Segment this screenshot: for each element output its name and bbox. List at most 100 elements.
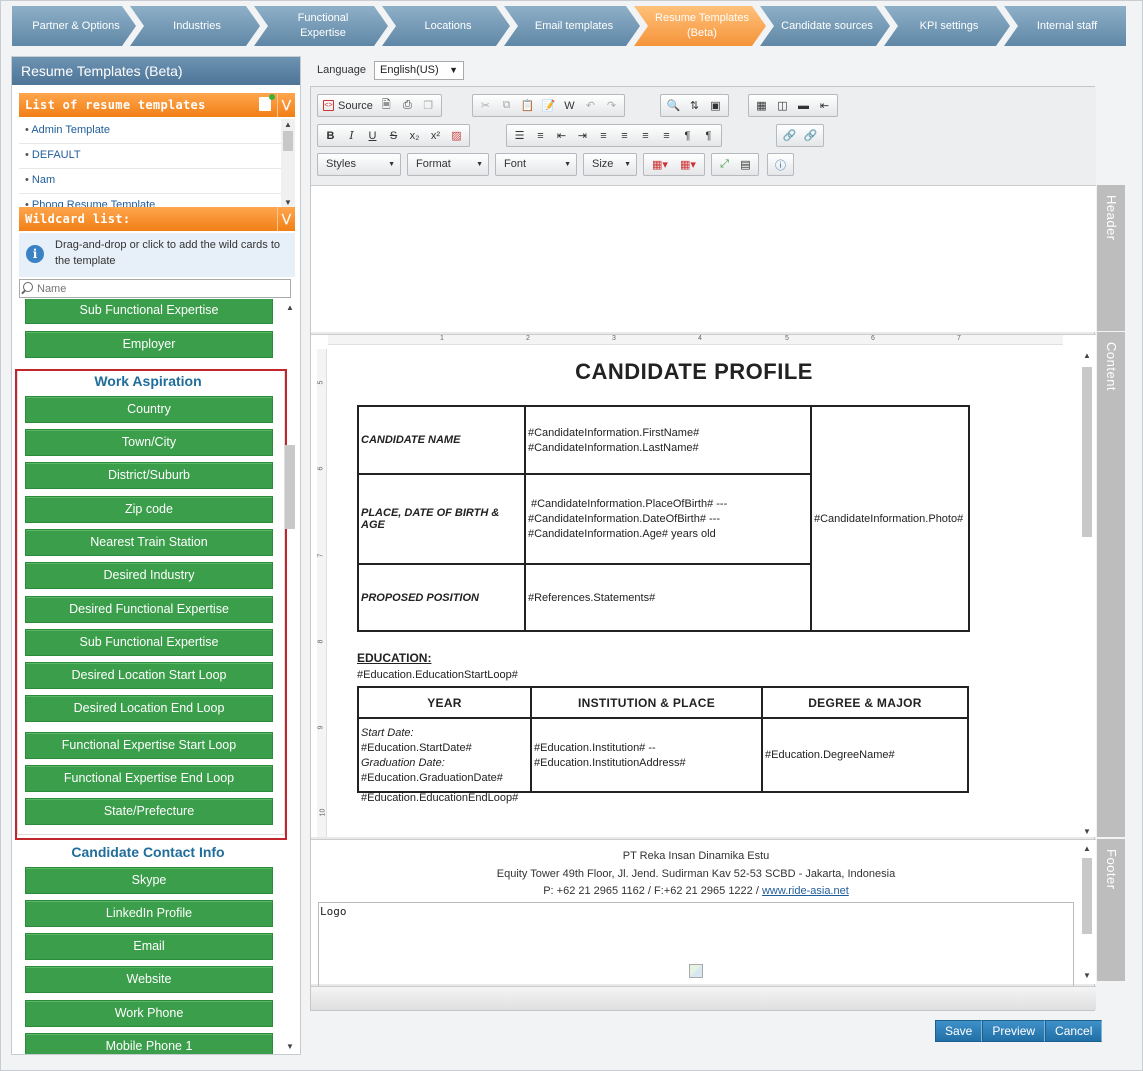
link-icon[interactable]: 🔗 [779, 126, 800, 145]
collapse-chevron-icon[interactable]: ⋁ [277, 207, 295, 231]
wildcard-linkedin-profile[interactable]: LinkedIn Profile [25, 900, 273, 927]
wildcard-mobile-phone-1[interactable]: Mobile Phone 1 [25, 1033, 273, 1054]
scroll-thumb[interactable] [1082, 858, 1092, 934]
step-resume-templates[interactable]: Resume Templates (Beta) [634, 6, 766, 46]
step-internal-staff[interactable]: Internal staff [1004, 6, 1126, 46]
table-icon[interactable]: ◫ [772, 96, 793, 115]
wildcard-button[interactable]: Employer [25, 331, 273, 358]
content-scrollbar[interactable]: ▲ ▼ [1080, 349, 1094, 837]
step-email-templates[interactable]: Email templates [504, 6, 640, 46]
bold-icon[interactable]: B [320, 126, 341, 145]
scroll-down-arrow-icon[interactable]: ▼ [284, 1042, 296, 1051]
step-locations[interactable]: Locations [382, 6, 510, 46]
wildcard-work-phone[interactable]: Work Phone [25, 1000, 273, 1027]
format-combo[interactable]: Format ▼ [407, 153, 489, 176]
cancel-button[interactable]: Cancel [1045, 1020, 1103, 1042]
indent-icon[interactable]: ⇥ [572, 126, 593, 145]
replace-icon[interactable]: ⇅ [684, 96, 705, 115]
footer-edit-area[interactable]: PT Reka Insan Dinamika Estu Equity Tower… [311, 839, 1096, 988]
horizontal-line-icon[interactable]: ▬ [793, 96, 814, 115]
select-all-icon[interactable]: ▣ [705, 96, 726, 115]
step-industries[interactable]: Industries [130, 6, 260, 46]
scroll-thumb[interactable] [283, 131, 293, 151]
source-icon: <> [323, 100, 334, 111]
footer-company: PT Reka Insan Dinamika Estu [622, 850, 770, 862]
header-tab[interactable]: Header [1097, 185, 1125, 331]
wildcard-scrollbar[interactable]: ▲ ▼ [284, 299, 296, 1054]
styles-combo[interactable]: Styles ▼ [317, 153, 401, 176]
content-tab[interactable]: Content [1097, 332, 1125, 837]
scroll-up-arrow-icon[interactable]: ▲ [1080, 844, 1094, 853]
scroll-up-arrow-icon[interactable]: ▲ [1080, 351, 1094, 360]
table-grid-icon[interactable]: ▦▾ [674, 155, 702, 174]
rtl-icon[interactable]: ¶ [698, 126, 719, 145]
footer-tab[interactable]: Footer [1097, 839, 1125, 981]
unlink-icon[interactable]: 🔗 [800, 126, 821, 145]
subscript-icon[interactable]: x₂ [404, 126, 425, 145]
about-icon[interactable]: ⓘ [770, 155, 791, 174]
image-icon[interactable]: ▦ [751, 96, 772, 115]
find-icon[interactable]: 🔍 [663, 96, 684, 115]
cut-icon[interactable]: ✂ [475, 96, 496, 115]
show-blocks-icon[interactable]: ▤ [735, 155, 756, 174]
justify-icon[interactable]: ≡ [656, 126, 677, 145]
preview-button[interactable]: Preview [982, 1020, 1046, 1042]
bulleted-list-icon[interactable]: ≡ [530, 126, 551, 145]
underline-icon[interactable]: U [362, 126, 383, 145]
step-functional-expertise[interactable]: Functional Expertise [254, 6, 388, 46]
content-edit-area[interactable]: 1 2 3 4 5 6 7 5 6 7 8 9 10 CANDIDATE PRO… [311, 334, 1096, 837]
scroll-thumb[interactable] [1082, 367, 1092, 537]
numbered-list-icon[interactable]: ☰ [509, 126, 530, 145]
templates-scrollbar[interactable]: ▲ ▼ [281, 119, 295, 209]
remove-format-icon[interactable]: ▨ [446, 126, 467, 145]
step-partner-options[interactable]: Partner & Options [12, 6, 136, 46]
language-select[interactable]: English(US) ▼ [374, 61, 464, 80]
template-item[interactable]: DEFAULT [19, 144, 295, 169]
paste-icon[interactable]: 📋 [517, 96, 538, 115]
strikethrough-icon[interactable]: S [383, 126, 404, 145]
scroll-up-arrow-icon[interactable]: ▲ [284, 303, 296, 312]
align-center-icon[interactable]: ≡ [614, 126, 635, 145]
redo-icon[interactable]: ↷ [601, 96, 622, 115]
template-item[interactable]: Admin Template [19, 119, 295, 144]
undo-icon[interactable]: ↶ [580, 96, 601, 115]
outdent-icon[interactable]: ⇤ [551, 126, 572, 145]
size-combo[interactable]: Size ▼ [583, 153, 637, 176]
wildcard-search[interactable] [19, 279, 291, 298]
font-combo[interactable]: Font ▼ [495, 153, 577, 176]
paste-text-icon[interactable]: 📝 [538, 96, 559, 115]
paste-word-icon[interactable]: W [559, 96, 580, 115]
scroll-thumb[interactable] [285, 445, 295, 529]
footer-scrollbar[interactable]: ▲ ▼ [1080, 842, 1094, 982]
rich-text-editor: <> Source 🗎 ⎙ ❐ ✂ ⧉ 📋 📝 W ↶ ↷ 🔍 ⇅ ▣ ▦ ◫ ▬… [310, 86, 1125, 1011]
superscript-icon[interactable]: x² [425, 126, 446, 145]
footer-website-link[interactable]: www.ride-asia.net [762, 885, 849, 897]
ltr-icon[interactable]: ¶ [677, 126, 698, 145]
align-right-icon[interactable]: ≡ [635, 126, 656, 145]
step-candidate-sources[interactable]: Candidate sources [760, 6, 890, 46]
scroll-up-arrow-icon[interactable]: ▲ [281, 119, 295, 131]
step-kpi-settings[interactable]: KPI settings [884, 6, 1010, 46]
page-break-icon[interactable]: ⇤ [814, 96, 835, 115]
italic-icon[interactable]: I [341, 126, 362, 145]
text-color-icon[interactable]: ▦▾ [646, 155, 674, 174]
wildcard-skype[interactable]: Skype [25, 867, 273, 894]
maximize-icon[interactable]: ⤢ [714, 155, 735, 174]
copy-icon[interactable]: ⧉ [496, 96, 517, 115]
templates-icon[interactable]: ❐ [418, 96, 439, 115]
scroll-down-arrow-icon[interactable]: ▼ [1080, 827, 1094, 836]
wildcard-button[interactable]: Sub Functional Expertise [25, 299, 273, 324]
add-template-icon[interactable] [259, 94, 275, 111]
template-item[interactable]: Nam [19, 169, 295, 194]
wildcard-search-input[interactable] [37, 281, 287, 296]
source-button[interactable]: <> Source [320, 96, 376, 115]
scroll-down-arrow-icon[interactable]: ▼ [1080, 971, 1094, 980]
new-page-icon[interactable]: 🗎 [376, 96, 397, 115]
header-edit-area[interactable] [311, 185, 1096, 332]
wildcard-website[interactable]: Website [25, 966, 273, 993]
align-left-icon[interactable]: ≡ [593, 126, 614, 145]
save-button[interactable]: Save [935, 1020, 983, 1042]
collapse-chevron-icon[interactable]: ⋁ [277, 93, 295, 117]
print-icon[interactable]: ⎙ [397, 96, 418, 115]
wildcard-email[interactable]: Email [25, 933, 273, 960]
